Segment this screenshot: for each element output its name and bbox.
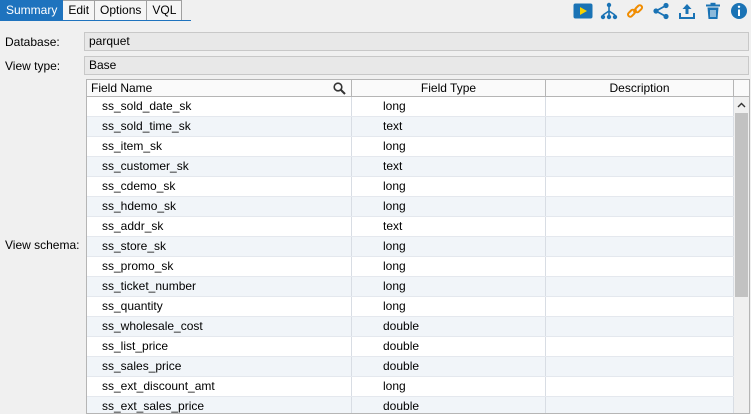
chevron-up-icon [737,102,746,107]
field-type-cell: double [352,317,546,336]
link-icon[interactable] [625,1,645,21]
field-name-cell: ss_cdemo_sk [87,177,352,196]
tab-summary[interactable]: Summary [0,0,64,20]
view-schema-label: View schema: [5,238,80,252]
description-cell [546,357,734,376]
table-row[interactable]: ss_list_price double [87,337,734,357]
table-header: Field Name Field Type Description [87,80,749,97]
field-name-cell: ss_addr_sk [87,217,352,236]
field-name-cell: ss_hdemo_sk [87,197,352,216]
table-row[interactable]: ss_store_sk long [87,237,734,257]
field-type-cell: double [352,397,546,413]
tab-underline [0,20,191,21]
field-name-cell: ss_list_price [87,337,352,356]
field-type-cell: long [352,197,546,216]
tree-icon[interactable] [599,1,619,21]
field-name-cell: ss_promo_sk [87,257,352,276]
field-name-cell: ss_item_sk [87,137,352,156]
field-name-cell: ss_sold_date_sk [87,97,352,116]
toolbar-icons [573,0,751,22]
table-row[interactable]: ss_addr_sk text [87,217,734,237]
description-cell [546,297,734,316]
description-cell [546,237,734,256]
trash-icon[interactable] [703,1,723,21]
table-row[interactable]: ss_item_sk long [87,137,734,157]
schema-table: Field Name Field Type Description ss_sol… [86,79,750,414]
field-name-cell: ss_ext_sales_price [87,397,352,413]
field-name-cell: ss_sold_time_sk [87,117,352,136]
field-type-cell: long [352,177,546,196]
column-header-label: Field Name [91,81,153,95]
field-type-cell: long [352,377,546,396]
view-type-field: Base [84,56,749,75]
field-type-cell: text [352,117,546,136]
column-header-field-type[interactable]: Field Type [352,80,546,97]
field-type-cell: long [352,297,546,316]
description-cell [546,97,734,116]
field-type-cell: long [352,97,546,116]
column-header-description[interactable]: Description [546,80,734,97]
field-type-cell: text [352,217,546,236]
column-header-field-name[interactable]: Field Name [87,80,352,97]
table-row[interactable]: ss_ext_sales_price double [87,397,734,413]
description-cell [546,157,734,176]
description-cell [546,317,734,336]
description-cell [546,337,734,356]
table-row[interactable]: ss_sales_price double [87,357,734,377]
field-name-cell: ss_customer_sk [87,157,352,176]
field-name-cell: ss_sales_price [87,357,352,376]
description-cell [546,377,734,396]
table-row[interactable]: ss_sold_time_sk text [87,117,734,137]
view-type-label: View type: [5,59,61,73]
database-label: Database: [5,35,60,49]
table-row[interactable]: ss_cdemo_sk long [87,177,734,197]
scroll-up-button[interactable] [734,97,749,112]
table-body: ss_sold_date_sk long ss_sold_time_sk text ss… [87,97,734,413]
scrollbar-thumb[interactable] [735,113,748,297]
field-name-cell: ss_quantity [87,297,352,316]
info-icon[interactable] [729,1,749,21]
description-cell [546,257,734,276]
table-row[interactable]: ss_quantity long [87,297,734,317]
field-type-cell: text [352,157,546,176]
field-type-cell: long [352,237,546,256]
description-cell [546,277,734,296]
field-type-cell: long [352,137,546,156]
run-icon[interactable] [573,1,593,21]
field-type-cell: long [352,277,546,296]
description-cell [546,177,734,196]
table-row[interactable]: ss_ticket_number long [87,277,734,297]
description-cell [546,397,734,413]
table-row[interactable]: ss_promo_sk long [87,257,734,277]
upload-icon[interactable] [677,1,697,21]
table-row[interactable]: ss_sold_date_sk long [87,97,734,117]
field-name-cell: ss_store_sk [87,237,352,256]
database-field: parquet [84,32,749,51]
field-name-cell: ss_wholesale_cost [87,317,352,336]
description-cell [546,117,734,136]
vertical-scrollbar[interactable] [734,97,749,413]
table-row[interactable]: ss_hdemo_sk long [87,197,734,217]
field-type-cell: double [352,357,546,376]
field-name-cell: ss_ticket_number [87,277,352,296]
description-cell [546,137,734,156]
tab-bar: Summary Edit Options VQL [0,0,183,20]
toolbar: Summary Edit Options VQL [0,0,751,22]
field-type-cell: long [352,257,546,276]
table-row[interactable]: ss_customer_sk text [87,157,734,177]
table-row[interactable]: ss_wholesale_cost double [87,317,734,337]
share-icon[interactable] [651,1,671,21]
field-type-cell: double [352,337,546,356]
tab-options[interactable]: Options [95,0,148,20]
field-name-cell: ss_ext_discount_amt [87,377,352,396]
description-cell [546,217,734,236]
description-cell [546,197,734,216]
tab-vql[interactable]: VQL [147,0,183,20]
tab-edit[interactable]: Edit [63,0,96,20]
table-row[interactable]: ss_ext_discount_amt long [87,377,734,397]
